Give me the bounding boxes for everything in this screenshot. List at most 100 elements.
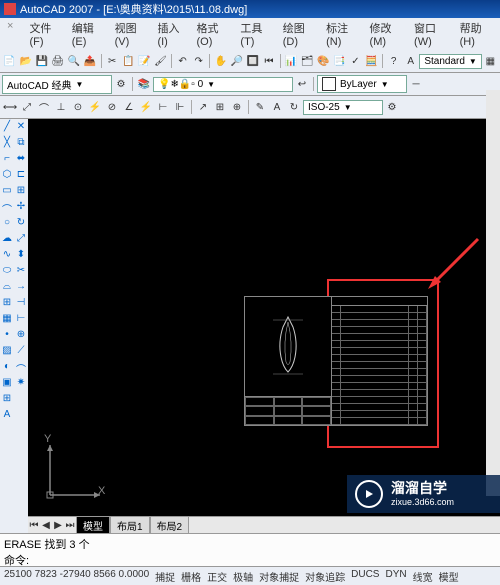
- menu-draw[interactable]: 绘图(D): [280, 20, 319, 48]
- open-icon[interactable]: 📂: [18, 53, 33, 69]
- status-osnap[interactable]: 对象捕捉: [259, 569, 299, 583]
- layer-dropdown[interactable]: 💡❄🔒▫ 0▼: [153, 77, 293, 92]
- arc-icon[interactable]: ⌒: [0, 201, 14, 215]
- table-icon[interactable]: ⊞: [0, 393, 14, 407]
- erase-icon[interactable]: ✕: [14, 121, 28, 135]
- style-btn-icon[interactable]: ▦: [483, 53, 498, 69]
- text-style-icon[interactable]: A: [403, 53, 418, 69]
- dc-icon[interactable]: 🗂: [300, 53, 315, 69]
- linetype-icon[interactable]: ─: [408, 76, 424, 92]
- tab-layout2[interactable]: 布局2: [150, 516, 190, 534]
- status-grid[interactable]: 栅格: [181, 569, 201, 583]
- stretch-icon[interactable]: ⬍: [14, 249, 28, 263]
- status-ducs[interactable]: DUCS: [351, 569, 379, 583]
- command-line[interactable]: ERASE 找到 3 个 命令:: [0, 533, 500, 566]
- ellipse-icon[interactable]: ⬭: [0, 265, 14, 279]
- dim-tol-icon[interactable]: ⊞: [212, 99, 228, 115]
- tab-prev-icon[interactable]: ◀: [40, 520, 52, 531]
- polygon-icon[interactable]: ⬡: [0, 169, 14, 183]
- gradient-icon[interactable]: ◐: [0, 361, 14, 375]
- tab-next-icon[interactable]: ▶: [52, 520, 64, 531]
- tp-icon[interactable]: 🎨: [316, 53, 331, 69]
- props-icon[interactable]: 📊: [284, 53, 299, 69]
- fillet-icon[interactable]: ⌒: [14, 361, 28, 375]
- calc-icon[interactable]: 🧮: [364, 53, 379, 69]
- menu-modify[interactable]: 修改(M): [367, 20, 408, 48]
- circle-icon[interactable]: ○: [0, 217, 14, 231]
- dim-update-icon[interactable]: ↻: [286, 99, 302, 115]
- doc-close-icon[interactable]: ×: [4, 20, 16, 48]
- menu-insert[interactable]: 插入(I): [154, 20, 189, 48]
- zoom-rt-icon[interactable]: 🔎: [229, 53, 244, 69]
- spline-icon[interactable]: ∿: [0, 249, 14, 263]
- extend-icon[interactable]: →: [14, 281, 28, 295]
- rect-icon[interactable]: ▭: [0, 185, 14, 199]
- save-icon[interactable]: 💾: [34, 53, 49, 69]
- workspace-dropdown[interactable]: AutoCAD 经典▼: [2, 75, 112, 94]
- dim-tedit-icon[interactable]: A: [269, 99, 285, 115]
- insert-icon[interactable]: ⊞: [0, 297, 14, 311]
- break-pt-icon[interactable]: ⊣: [14, 297, 28, 311]
- status-lwt[interactable]: 线宽: [413, 569, 433, 583]
- menu-window[interactable]: 窗口(W): [411, 20, 453, 48]
- dim-center-icon[interactable]: ⊕: [229, 99, 245, 115]
- dim-ang-icon[interactable]: ∠: [121, 99, 137, 115]
- zoom-win-icon[interactable]: 🔲: [245, 53, 260, 69]
- tab-last-icon[interactable]: ⏭: [64, 520, 76, 531]
- match-icon[interactable]: 🖌: [153, 53, 168, 69]
- status-polar[interactable]: 极轴: [233, 569, 253, 583]
- menu-format[interactable]: 格式(O): [193, 20, 233, 48]
- copy-icon[interactable]: 📋: [121, 53, 136, 69]
- dim-linear-icon[interactable]: ⟷: [2, 99, 18, 115]
- zoom-prev-icon[interactable]: ⏮: [261, 53, 276, 69]
- trim-icon[interactable]: ✂: [14, 265, 28, 279]
- redo-icon[interactable]: ↷: [191, 53, 206, 69]
- pan-icon[interactable]: ✋: [213, 53, 228, 69]
- undo-icon[interactable]: ↶: [175, 53, 190, 69]
- layer-prev-icon[interactable]: ↩: [294, 76, 310, 92]
- status-dyn[interactable]: DYN: [385, 569, 406, 583]
- help-icon[interactable]: ?: [386, 53, 401, 69]
- hatch-icon[interactable]: ▨: [0, 345, 14, 359]
- dim-jog-icon[interactable]: ⚡: [87, 99, 103, 115]
- tab-model[interactable]: 模型: [76, 516, 110, 534]
- ellipsearc-icon[interactable]: ⌓: [0, 281, 14, 295]
- offset-icon[interactable]: ⊏: [14, 169, 28, 183]
- preview-icon[interactable]: 🔍: [66, 53, 81, 69]
- join-icon[interactable]: ⊕: [14, 329, 28, 343]
- xline-icon[interactable]: ╳: [0, 137, 14, 151]
- status-ortho[interactable]: 正交: [207, 569, 227, 583]
- new-icon[interactable]: 📄: [2, 53, 17, 69]
- break-icon[interactable]: ⊢: [14, 313, 28, 327]
- block-icon[interactable]: ▦: [0, 313, 14, 327]
- line-icon[interactable]: ╱: [0, 121, 14, 135]
- mirror-icon[interactable]: ⬌: [14, 153, 28, 167]
- layer-props-icon[interactable]: 📚: [136, 76, 152, 92]
- dim-rad-icon[interactable]: ⊙: [70, 99, 86, 115]
- menu-edit[interactable]: 编辑(E): [69, 20, 108, 48]
- dim-arc-icon[interactable]: ⌒: [36, 99, 52, 115]
- paste-icon[interactable]: 📝: [137, 53, 152, 69]
- dim-base-icon[interactable]: ⊢: [155, 99, 171, 115]
- markup-icon[interactable]: ✓: [348, 53, 363, 69]
- dim-quick-icon[interactable]: ⚡: [138, 99, 154, 115]
- pline-icon[interactable]: ⌐: [0, 153, 14, 167]
- mtext-icon[interactable]: A: [0, 409, 14, 423]
- array-icon[interactable]: ⊞: [14, 185, 28, 199]
- vertical-scrollbar[interactable]: [486, 90, 500, 496]
- menu-help[interactable]: 帮助(H): [457, 20, 496, 48]
- menu-tools[interactable]: 工具(T): [237, 20, 275, 48]
- cut-icon[interactable]: ✂: [105, 53, 120, 69]
- copy-obj-icon[interactable]: ⧉: [14, 137, 28, 151]
- ssm-icon[interactable]: 📑: [332, 53, 347, 69]
- menu-dim[interactable]: 标注(N): [323, 20, 362, 48]
- move-icon[interactable]: ✢: [14, 201, 28, 215]
- drawing-area[interactable]: Y X ⏮ ◀ ▶ ⏭ 模型 布局1 布局2: [28, 119, 500, 533]
- tab-first-icon[interactable]: ⏮: [28, 520, 40, 531]
- dim-edit-icon[interactable]: ✎: [252, 99, 268, 115]
- menu-view[interactable]: 视图(V): [112, 20, 151, 48]
- dimstyle-btn-icon[interactable]: ⚙: [384, 99, 400, 115]
- ws-settings-icon[interactable]: ⚙: [113, 76, 129, 92]
- publish-icon[interactable]: 📤: [83, 53, 98, 69]
- region-icon[interactable]: ▣: [0, 377, 14, 391]
